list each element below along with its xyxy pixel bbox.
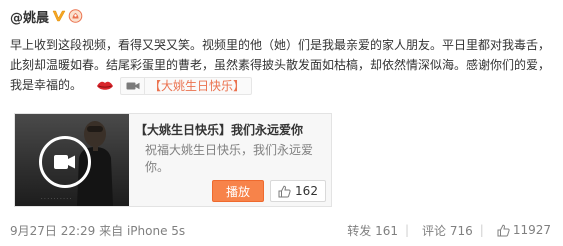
post-footer: 9月27日 22:29 来自 iPhone 5s 转发 161 | 评论 716… — [10, 222, 551, 238]
video-card-title[interactable]: 【大姚生日快乐】我们永远爱你 — [135, 121, 303, 138]
post-header: @姚晨 — [10, 6, 553, 26]
weibo-post: @姚晨 早上收到这段视频，看得又哭又笑。视频里的他（她）们是我最亲爱的家人朋友。… — [0, 0, 563, 246]
card-like-button[interactable]: 162 — [270, 180, 326, 202]
post-source: 来自 iPhone 5s — [99, 223, 186, 238]
video-card[interactable]: · · · · · · · · · · 【大姚生日快乐】我们永远爱你 祝福大姚生… — [14, 113, 332, 207]
inline-attachments: 【大姚生日快乐】 — [88, 76, 253, 96]
post-content: 早上收到这段视频，看得又哭又笑。视频里的他（她）们是我最亲爱的家人朋友。平日里都… — [10, 35, 555, 95]
lips-emoji-icon — [96, 79, 114, 93]
username-link[interactable]: @姚晨 — [10, 7, 49, 26]
inline-video-link[interactable]: 【大姚生日快乐】 — [120, 76, 253, 96]
verified-v-icon[interactable] — [52, 9, 66, 23]
thumbs-up-icon — [497, 224, 510, 237]
repost-button[interactable]: 转发 161 — [347, 222, 398, 239]
play-video-icon[interactable] — [39, 136, 91, 188]
card-like-count: 162 — [295, 184, 318, 198]
post-timestamp[interactable]: 9月27日 22:29 — [10, 224, 95, 238]
like-button[interactable]: 11927 — [497, 223, 551, 237]
footer-divider: | — [479, 223, 484, 237]
play-button[interactable]: 播放 — [212, 180, 264, 202]
video-camera-icon — [121, 77, 146, 94]
video-card-description: 祝福大姚生日快乐，我们永远爱你。 — [145, 143, 314, 174]
footer-divider: | — [404, 223, 410, 237]
thumbnail-watermark: · · · · · · · · · · — [41, 196, 72, 202]
thumbs-up-icon — [278, 185, 291, 198]
post-meta: 9月27日 22:29 来自 iPhone 5s — [10, 222, 341, 239]
like-count: 11927 — [512, 223, 551, 237]
comment-button[interactable]: 评论 716 — [422, 222, 473, 239]
honor-badge-icon[interactable] — [68, 9, 83, 23]
inline-video-link-text[interactable]: 【大姚生日快乐】 — [149, 76, 245, 96]
video-thumbnail[interactable]: · · · · · · · · · · — [15, 114, 129, 206]
